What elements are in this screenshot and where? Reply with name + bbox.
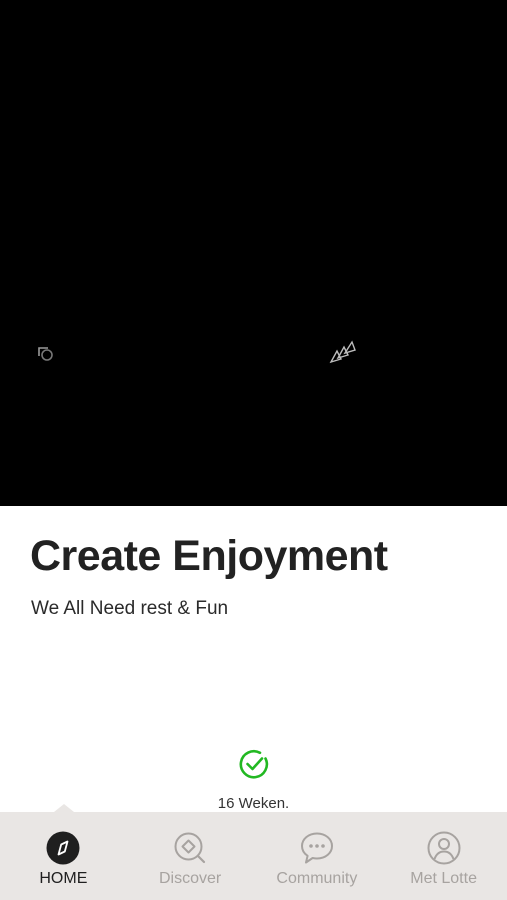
status-text: 16 Weken.	[217, 795, 290, 812]
nav-item-home[interactable]: HOME	[0, 812, 127, 900]
page-subtitle: We All Need rest & Fun	[31, 598, 229, 619]
bottom-nav: HOME Discover Community Met Lotte	[0, 812, 507, 900]
progress-status: 16 Weken.	[0, 748, 507, 812]
nav-item-discover[interactable]: Discover	[127, 812, 254, 900]
page-title: Create Enjoyment	[30, 532, 388, 580]
nav-label-met-lotte: Met Lotte	[410, 870, 477, 887]
chat-bubble-icon	[300, 832, 333, 864]
nav-label-discover: Discover	[159, 870, 222, 887]
fast-forward-icon[interactable]	[328, 338, 358, 366]
nav-label-home: HOME	[39, 870, 88, 887]
rotate-icon[interactable]	[36, 344, 56, 364]
nav-item-community[interactable]: Community	[254, 812, 381, 900]
nav-label-community: Community	[276, 870, 358, 887]
check-circle-icon	[239, 749, 268, 779]
nav-item-met-lotte[interactable]: Met Lotte	[380, 812, 507, 900]
hero-media[interactable]	[0, 0, 507, 506]
user-icon	[427, 831, 461, 865]
discover-icon	[174, 832, 206, 864]
compass-icon	[46, 831, 80, 865]
app-screen: Create Enjoyment We All Need rest & Fun …	[0, 0, 507, 900]
